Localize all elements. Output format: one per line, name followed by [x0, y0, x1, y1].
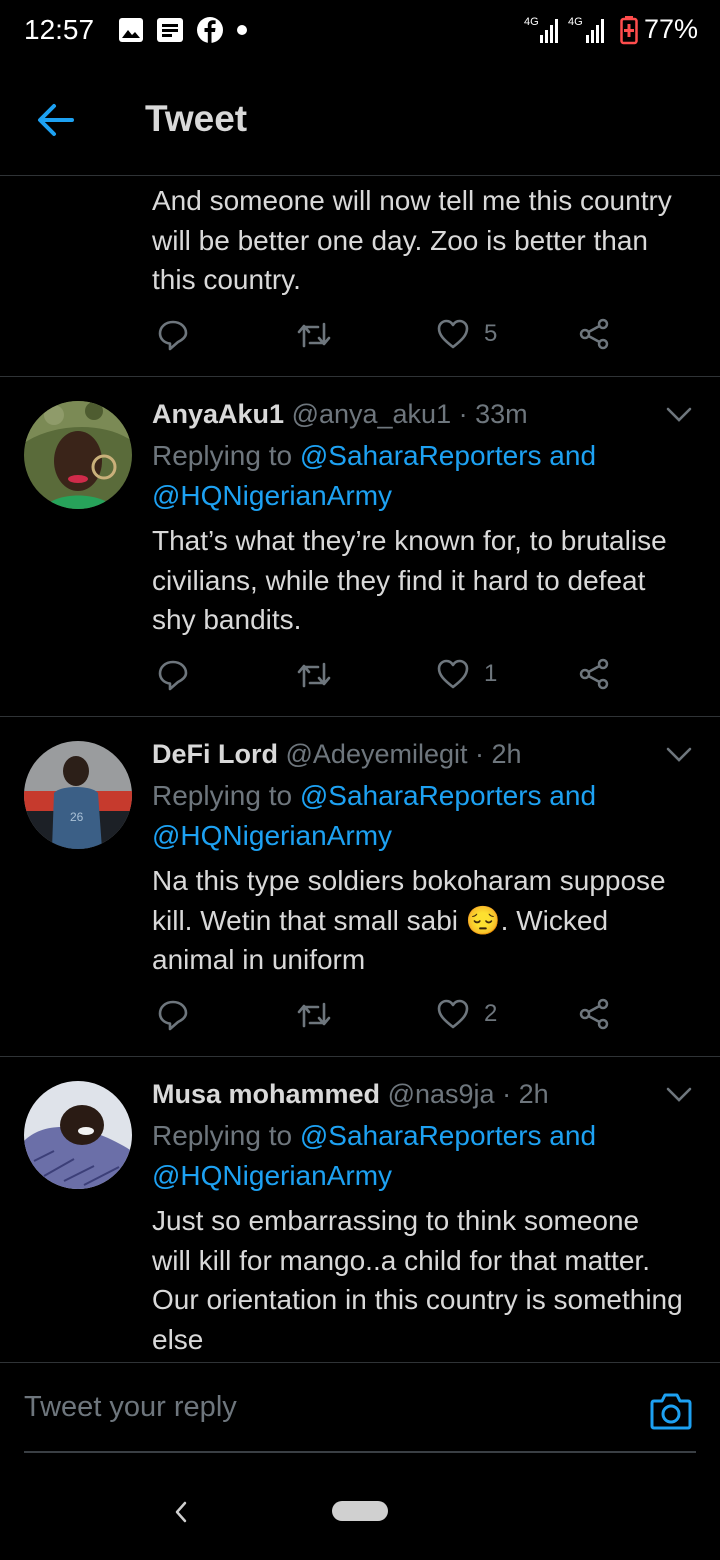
camera-icon[interactable] — [650, 1391, 692, 1431]
tweet-time: · 33m — [458, 399, 528, 429]
retweet-icon — [297, 322, 331, 348]
heart-icon — [437, 999, 469, 1029]
tweet-item[interactable]: And someone will now tell me this countr… — [0, 176, 720, 377]
replying-prefix: Replying to — [152, 1120, 300, 1151]
battery-icon — [620, 15, 638, 44]
notification-icons — [118, 16, 248, 44]
user-handle[interactable]: @nas9ja — [388, 1079, 495, 1109]
system-nav-bar — [0, 1470, 720, 1560]
tweet-actions: 5 — [152, 318, 622, 358]
network-label-1: 4G — [524, 16, 539, 28]
mention-link[interactable]: @HQNigerianArmy — [152, 1160, 392, 1191]
mention-link[interactable]: @HQNigerianArmy — [152, 480, 392, 511]
retweet-icon — [297, 1002, 331, 1028]
tweet-time: · 2h — [502, 1079, 549, 1109]
heart-icon — [437, 319, 469, 349]
display-name[interactable]: DeFi Lord — [152, 739, 278, 769]
replying-prefix: Replying to — [152, 780, 300, 811]
tweet-header: AnyaAku1 @anya_aku1 · 33m — [152, 397, 528, 431]
status-bar: 12:57 4G 4G 77% — [0, 0, 720, 64]
network-label-2: 4G — [568, 16, 583, 28]
image-icon — [119, 18, 143, 42]
reply-input[interactable]: Tweet your reply — [24, 1391, 237, 1424]
heart-icon — [437, 659, 469, 689]
mention-link[interactable]: @SaharaReporters and — [300, 440, 596, 471]
back-arrow-icon[interactable] — [36, 102, 76, 138]
app-bar: Tweet — [0, 64, 720, 176]
chevron-down-icon[interactable] — [666, 747, 692, 763]
tweet-header: Musa mohammed @nas9ja · 2h — [152, 1077, 549, 1111]
svg-text:26: 26 — [70, 810, 84, 824]
chevron-down-icon[interactable] — [666, 407, 692, 423]
retweet-button[interactable] — [296, 318, 332, 352]
tweet-text: And someone will now tell me this countr… — [152, 185, 672, 295]
tweet-actions: 2 — [152, 998, 622, 1038]
retweet-icon — [297, 662, 331, 688]
reply-composer[interactable]: Tweet your reply — [0, 1362, 720, 1453]
retweet-button[interactable] — [296, 658, 332, 692]
like-count: 1 — [484, 660, 498, 687]
user-handle[interactable]: @Adeyemilegit — [286, 739, 468, 769]
user-handle[interactable]: @anya_aku1 — [292, 399, 452, 429]
tweet-item[interactable]: 26 DeFi Lord @Adeyemilegit · 2h Replying… — [0, 717, 720, 1057]
battery-percent: 77% — [643, 14, 698, 44]
share-icon — [579, 318, 609, 350]
nav-back-icon[interactable] — [172, 1500, 190, 1524]
tweet-header: DeFi Lord @Adeyemilegit · 2h — [152, 737, 522, 771]
tweet-actions: 1 — [152, 658, 622, 698]
avatar[interactable] — [24, 1081, 132, 1189]
composer-underline — [24, 1451, 696, 1453]
mention-link[interactable]: @HQNigerianArmy — [152, 820, 392, 851]
tweet-text: Na this type soldiers bokoharam suppose … — [152, 865, 666, 975]
replying-to: Replying to @SaharaReporters and @HQNige… — [152, 1116, 596, 1195]
reply-button[interactable] — [156, 658, 190, 692]
reply-icon — [158, 1000, 188, 1031]
replying-to: Replying to @SaharaReporters and @HQNige… — [152, 436, 596, 515]
reply-button[interactable] — [156, 998, 190, 1032]
message-icon — [157, 18, 183, 42]
tweet-text: Just so embarrassing to think someone wi… — [152, 1205, 683, 1355]
nav-home-pill[interactable] — [332, 1501, 388, 1521]
like-button[interactable]: 1 — [436, 658, 497, 690]
avatar[interactable] — [24, 401, 132, 509]
tweet-text: That’s what they’re known for, to brutal… — [152, 525, 667, 635]
retweet-button[interactable] — [296, 998, 332, 1032]
tweet-thread[interactable]: And someone will now tell me this countr… — [0, 176, 720, 1362]
tweet-item[interactable]: AnyaAku1 @anya_aku1 · 33m Replying to @S… — [0, 377, 720, 717]
dot-icon — [237, 25, 247, 35]
mention-link[interactable]: @SaharaReporters and — [300, 1120, 596, 1151]
replying-prefix: Replying to — [152, 440, 300, 471]
status-right: 4G 4G 77% — [524, 14, 698, 45]
reply-icon — [158, 660, 188, 691]
share-button[interactable] — [578, 658, 610, 690]
replying-to: Replying to @SaharaReporters and @HQNige… — [152, 776, 596, 855]
share-icon — [579, 658, 609, 690]
display-name[interactable]: Musa mohammed — [152, 1079, 380, 1109]
reply-icon — [158, 320, 188, 351]
tweet-time: · 2h — [475, 739, 522, 769]
chevron-down-icon[interactable] — [666, 1087, 692, 1103]
facebook-icon — [197, 17, 223, 43]
share-button[interactable] — [578, 318, 610, 350]
share-button[interactable] — [578, 998, 610, 1030]
like-count: 5 — [484, 320, 498, 347]
avatar[interactable]: 26 — [24, 741, 132, 849]
like-count: 2 — [484, 1000, 498, 1027]
like-button[interactable]: 2 — [436, 998, 497, 1030]
display-name[interactable]: AnyaAku1 — [152, 399, 284, 429]
share-icon — [579, 998, 609, 1030]
page-title: Tweet — [145, 98, 248, 139]
like-button[interactable]: 5 — [436, 318, 497, 350]
status-time: 12:57 — [24, 14, 95, 45]
tweet-item[interactable]: Musa mohammed @nas9ja · 2h Replying to @… — [0, 1057, 720, 1362]
signal-icon: 4G 4G — [524, 16, 604, 43]
mention-link[interactable]: @SaharaReporters and — [300, 780, 596, 811]
reply-button[interactable] — [156, 318, 190, 352]
